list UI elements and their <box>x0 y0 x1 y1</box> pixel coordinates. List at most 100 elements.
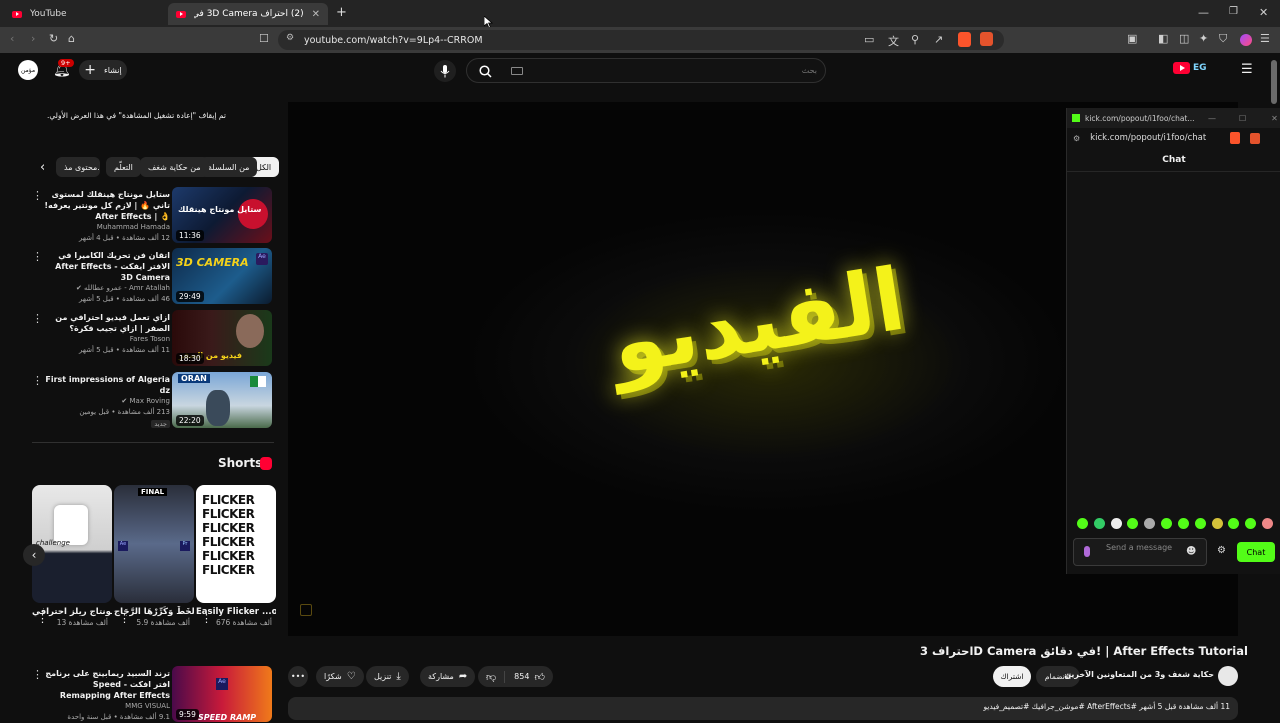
short-item[interactable]: FINAL Ae Pr فَكَّهَا الخَطَّ وَكَرِّرْهَ… <box>114 485 194 627</box>
video-title[interactable]: ستايل مونتاج هينقلك لمستوى تاني 🔥 | لازم… <box>44 189 170 222</box>
microphone-icon[interactable] <box>1084 546 1090 557</box>
wallet-icon[interactable]: ◫ <box>1179 32 1189 45</box>
more-actions-icon[interactable]: ⋮ <box>37 612 48 625</box>
emote-icon[interactable] <box>1127 518 1139 529</box>
related-video[interactable]: 3D CAMERA Ae 29:49 اتقان فن تحريك الكامي… <box>32 248 274 306</box>
more-button[interactable]: ••• <box>288 666 308 687</box>
brave-shield-icon[interactable] <box>958 32 971 47</box>
emote-icon[interactable] <box>1077 518 1088 529</box>
video-title[interactable]: ازاي تعمل فيديو احترافي من الصفر | ازاي … <box>44 312 170 334</box>
voice-search-button[interactable] <box>434 60 456 82</box>
profile-icon[interactable] <box>1240 34 1252 46</box>
shorts-prev-button[interactable]: ‹ <box>23 544 45 566</box>
home-icon[interactable]: ⌂ <box>68 32 75 45</box>
page-scrollbar[interactable] <box>1271 60 1277 104</box>
video-title[interactable]: اتقان فن تحريك الكاميرا في الافتر ايفكت … <box>44 250 170 283</box>
short-item[interactable]: FLICKER FLICKER FLICKER FLICKER FLICKER FLICK… <box>196 485 276 627</box>
leo-ai-icon[interactable]: ✦ <box>1199 32 1208 45</box>
more-actions-icon[interactable]: ⋮ <box>32 374 43 387</box>
popup-minimize-icon[interactable]: — <box>1208 114 1216 123</box>
send-chat-button[interactable]: Chat <box>1237 542 1275 562</box>
back-icon[interactable]: ‹ <box>10 32 14 45</box>
sidebar-icon[interactable]: ◧ <box>1158 32 1168 45</box>
close-tab-icon[interactable]: ✕ <box>312 9 320 20</box>
channel-avatar[interactable] <box>1218 666 1238 686</box>
short-thumbnail[interactable]: FINAL Ae Pr <box>114 485 194 603</box>
emote-icon[interactable] <box>1194 518 1206 529</box>
vpn-icon[interactable]: ⛉ <box>1219 32 1227 46</box>
new-tab-button[interactable]: + <box>336 5 347 20</box>
chips-prev-icon[interactable]: ‹ <box>40 160 45 175</box>
emote-icon[interactable] <box>1228 518 1240 529</box>
url-field[interactable]: ⚙ youtube.com/watch?v=9Lp4--CRROM ▭ 文 ⚲ … <box>278 30 1004 50</box>
forward-icon[interactable]: › <box>31 32 35 45</box>
tab-current-video[interactable]: (2) احتراف 3D Camera في دقائق! | ✕ <box>168 3 328 25</box>
dislike-icon[interactable]: 👎︎ <box>478 670 506 683</box>
emote-icon[interactable] <box>1211 518 1223 529</box>
close-window-icon[interactable]: ✕ <box>1259 6 1268 19</box>
cast-icon[interactable]: ▭ <box>864 33 874 46</box>
channel-name[interactable]: MMG VISUAL <box>44 701 170 712</box>
emote-icon[interactable] <box>1144 518 1156 529</box>
translate-icon[interactable]: 文 <box>888 33 899 49</box>
create-button[interactable]: + إنشاء <box>79 60 127 80</box>
emoji-picker-icon[interactable]: ☻ <box>1186 546 1196 557</box>
emote-icon[interactable] <box>1261 518 1273 529</box>
youtube-logo[interactable]: EG <box>1173 62 1207 74</box>
related-video[interactable]: Ae SPEED RAMP 9:59 ترند السبيد ريمابينج … <box>32 666 274 722</box>
tab-search-icon[interactable]: ▣ <box>1127 32 1137 45</box>
emote-icon[interactable] <box>1245 518 1257 529</box>
channel-name[interactable]: حكاية شغف و3 من المتعاونين الآخرين <box>1064 670 1214 679</box>
emote-icon[interactable] <box>1177 518 1189 529</box>
like-icon[interactable]: 👍︎ <box>534 671 552 683</box>
chat-settings-icon[interactable]: ⚙ <box>1217 545 1226 556</box>
brave-shield-icon[interactable] <box>1230 132 1241 144</box>
channel-name[interactable]: Muhammad Hamada <box>44 222 170 233</box>
more-actions-icon[interactable]: ⋮ <box>32 250 43 263</box>
search-icon[interactable] <box>479 65 492 78</box>
more-actions-icon[interactable]: ⋮ <box>201 612 212 625</box>
keyboard-icon[interactable] <box>511 67 523 75</box>
video-title[interactable]: First impressions of Algeria dz <box>44 374 170 396</box>
more-actions-icon[interactable]: ⋮ <box>32 312 43 325</box>
like-count[interactable]: 854 <box>510 672 529 681</box>
related-video[interactable]: ORAN 22:20 First impressions of Algeria … <box>32 372 274 430</box>
share-button[interactable]: مشاركة ➦ <box>420 666 476 687</box>
more-actions-icon[interactable]: ⋮ <box>32 668 43 681</box>
emote-icon[interactable] <box>1110 518 1122 529</box>
chip-content[interactable]: محتوى مذ... <box>56 157 100 177</box>
more-actions-icon[interactable]: ⋮ <box>119 612 130 625</box>
emote-icon[interactable] <box>1161 518 1173 529</box>
video-title[interactable]: ترند السبيد ريمابينج على برنامج افتر افك… <box>44 668 170 701</box>
short-thumbnail[interactable]: challenge <box>32 485 112 603</box>
minimize-window-icon[interactable]: — <box>1198 6 1209 19</box>
tab-youtube[interactable]: YouTube <box>4 3 164 25</box>
more-actions-icon[interactable]: ⋮ <box>32 189 43 202</box>
chip-from-channel[interactable]: من حكاية شغف <box>140 157 209 177</box>
description-box[interactable]: 11 ألف مشاهدة قبل 5 أشهر #AfterEffects #… <box>288 697 1238 720</box>
rewards-icon[interactable] <box>980 32 993 46</box>
emote-icon[interactable] <box>1093 518 1105 529</box>
channel-name[interactable]: Amr Atallah - عمرو عطالله ✔ <box>44 283 170 294</box>
popup-maximize-icon[interactable]: ☐ <box>1239 114 1246 123</box>
short-thumbnail[interactable]: FLICKER FLICKER FLICKER FLICKER FLICKER FLICK… <box>196 485 276 603</box>
guide-menu-icon[interactable]: ☰ <box>1241 62 1253 77</box>
chip-learning[interactable]: التعلّم <box>106 157 141 177</box>
bookmark-icon[interactable]: ☐ <box>259 32 269 45</box>
rewards-icon[interactable] <box>1250 132 1261 144</box>
popup-close-icon[interactable]: ✕ <box>1271 114 1278 123</box>
message-input[interactable]: Send a message ☻ <box>1073 538 1207 566</box>
related-video[interactable]: ستايل مونتاج هينقلك 11:36 ستايل مونتاج ه… <box>32 187 274 245</box>
related-video[interactable]: فيديو من الصفر 18:30 ازاي تعمل فيديو احت… <box>32 310 274 368</box>
search-input[interactable] <box>527 62 817 79</box>
search-box[interactable] <box>466 58 826 83</box>
share-page-icon[interactable]: ↗ <box>934 33 943 46</box>
avatar[interactable]: مؤمن <box>18 60 38 80</box>
channel-name[interactable]: Max Roving ✔ <box>44 396 170 407</box>
channel-name[interactable]: Fares Toson <box>44 334 170 345</box>
site-info-icon[interactable]: ⚙ <box>1073 134 1080 143</box>
menu-icon[interactable]: ☰ <box>1260 32 1270 45</box>
zoom-icon[interactable]: ⚲ <box>911 33 919 46</box>
thanks-button[interactable]: شكرًا ♡ <box>316 666 364 687</box>
subscribe-button[interactable]: اشتراك <box>993 666 1031 687</box>
